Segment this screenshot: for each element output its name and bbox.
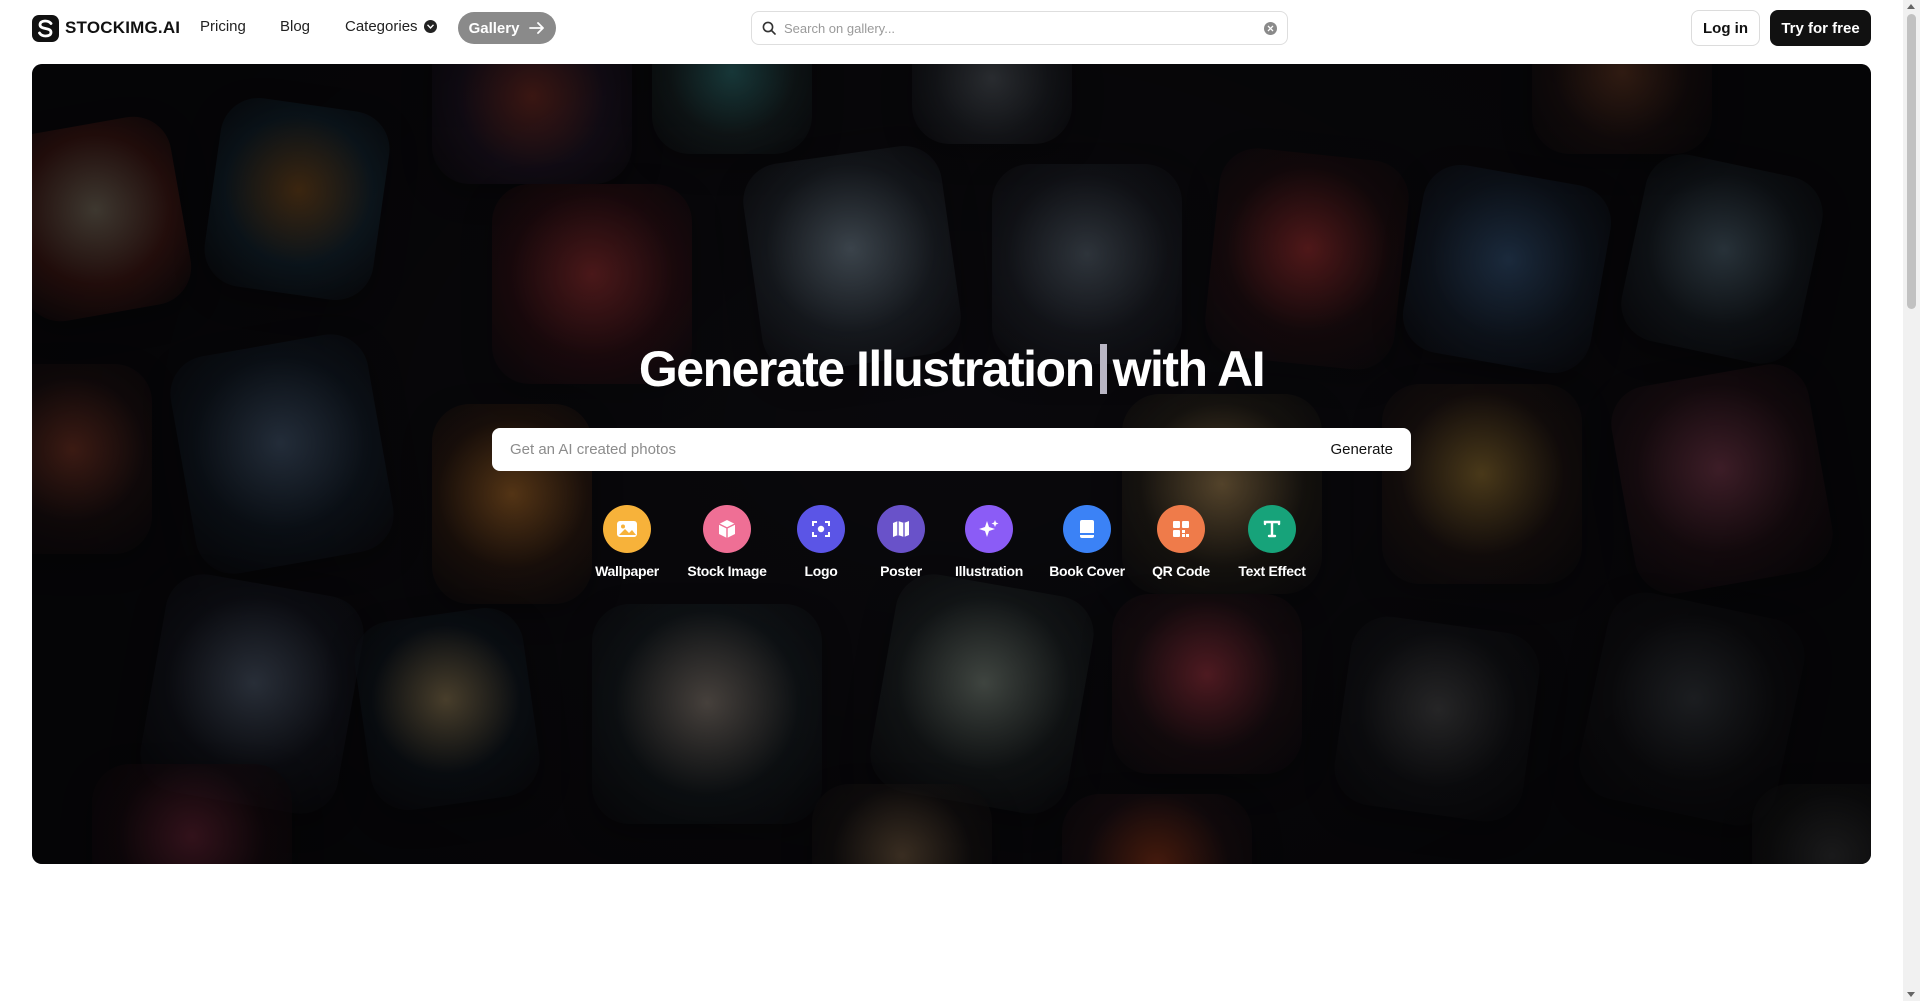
search-icon: [762, 21, 776, 35]
text-icon: [1248, 505, 1296, 553]
focus-icon: [797, 505, 845, 553]
try-for-free-button[interactable]: Try for free: [1770, 10, 1871, 46]
hero-section: Generate Illustration with AI Generate Wa…: [32, 64, 1871, 864]
qr-icon: [1157, 505, 1205, 553]
category-illustration[interactable]: Illustration: [934, 505, 1044, 579]
logo-link[interactable]: STOCKIMG.AI: [32, 14, 180, 42]
login-button[interactable]: Log in: [1691, 10, 1760, 46]
scroll-thumb[interactable]: [1907, 14, 1916, 309]
category-label: Wallpaper: [595, 563, 659, 579]
nav-categories-label: Categories: [345, 18, 418, 35]
page: STOCKIMG.AI Pricing Blog Categories Gall…: [0, 0, 1920, 1001]
book-icon: [1063, 505, 1111, 553]
logo-text: STOCKIMG.AI: [65, 18, 181, 37]
image-icon: [603, 505, 651, 553]
nav-categories-dropdown[interactable]: Categories: [345, 18, 437, 35]
sparkle-icon: [965, 505, 1013, 553]
prompt-input[interactable]: [510, 441, 1321, 458]
page-scrollbar[interactable]: [1903, 0, 1920, 1001]
gallery-search-input[interactable]: [784, 20, 1264, 36]
typing-caret: [1099, 344, 1107, 394]
map-icon: [877, 505, 925, 553]
cube-icon: [703, 505, 751, 553]
generate-button[interactable]: Generate: [1320, 441, 1393, 458]
nav-blog-link[interactable]: Blog: [280, 18, 310, 35]
clear-search-icon[interactable]: [1264, 21, 1277, 35]
category-wallpaper[interactable]: Wallpaper: [572, 505, 682, 579]
prompt-bar: Generate: [492, 428, 1411, 471]
gallery-label: Gallery: [468, 19, 520, 37]
category-text-effect[interactable]: Text Effect: [1217, 505, 1327, 579]
hero-title-suffix: with AI: [1112, 341, 1266, 397]
scroll-down-arrow-icon[interactable]: [1907, 992, 1915, 997]
chevron-down-icon: [423, 20, 437, 33]
nav-pricing-link[interactable]: Pricing: [200, 18, 246, 35]
gallery-search: [751, 11, 1288, 45]
arrow-right-icon: [529, 22, 545, 34]
top-navbar: STOCKIMG.AI Pricing Blog Categories Gall…: [0, 0, 1903, 56]
category-label: Text Effect: [1238, 563, 1306, 579]
scroll-up-arrow-icon[interactable]: [1907, 4, 1915, 9]
hero-title: Generate Illustration with AI: [32, 340, 1871, 398]
gallery-button[interactable]: Gallery: [458, 12, 556, 44]
hero-title-main: Generate Illustration: [638, 341, 1095, 397]
category-shortcuts: Wallpaper Stock Image Logo Poster Illust…: [32, 505, 1871, 585]
category-label: Illustration: [955, 563, 1023, 579]
logo-icon: [32, 14, 59, 42]
